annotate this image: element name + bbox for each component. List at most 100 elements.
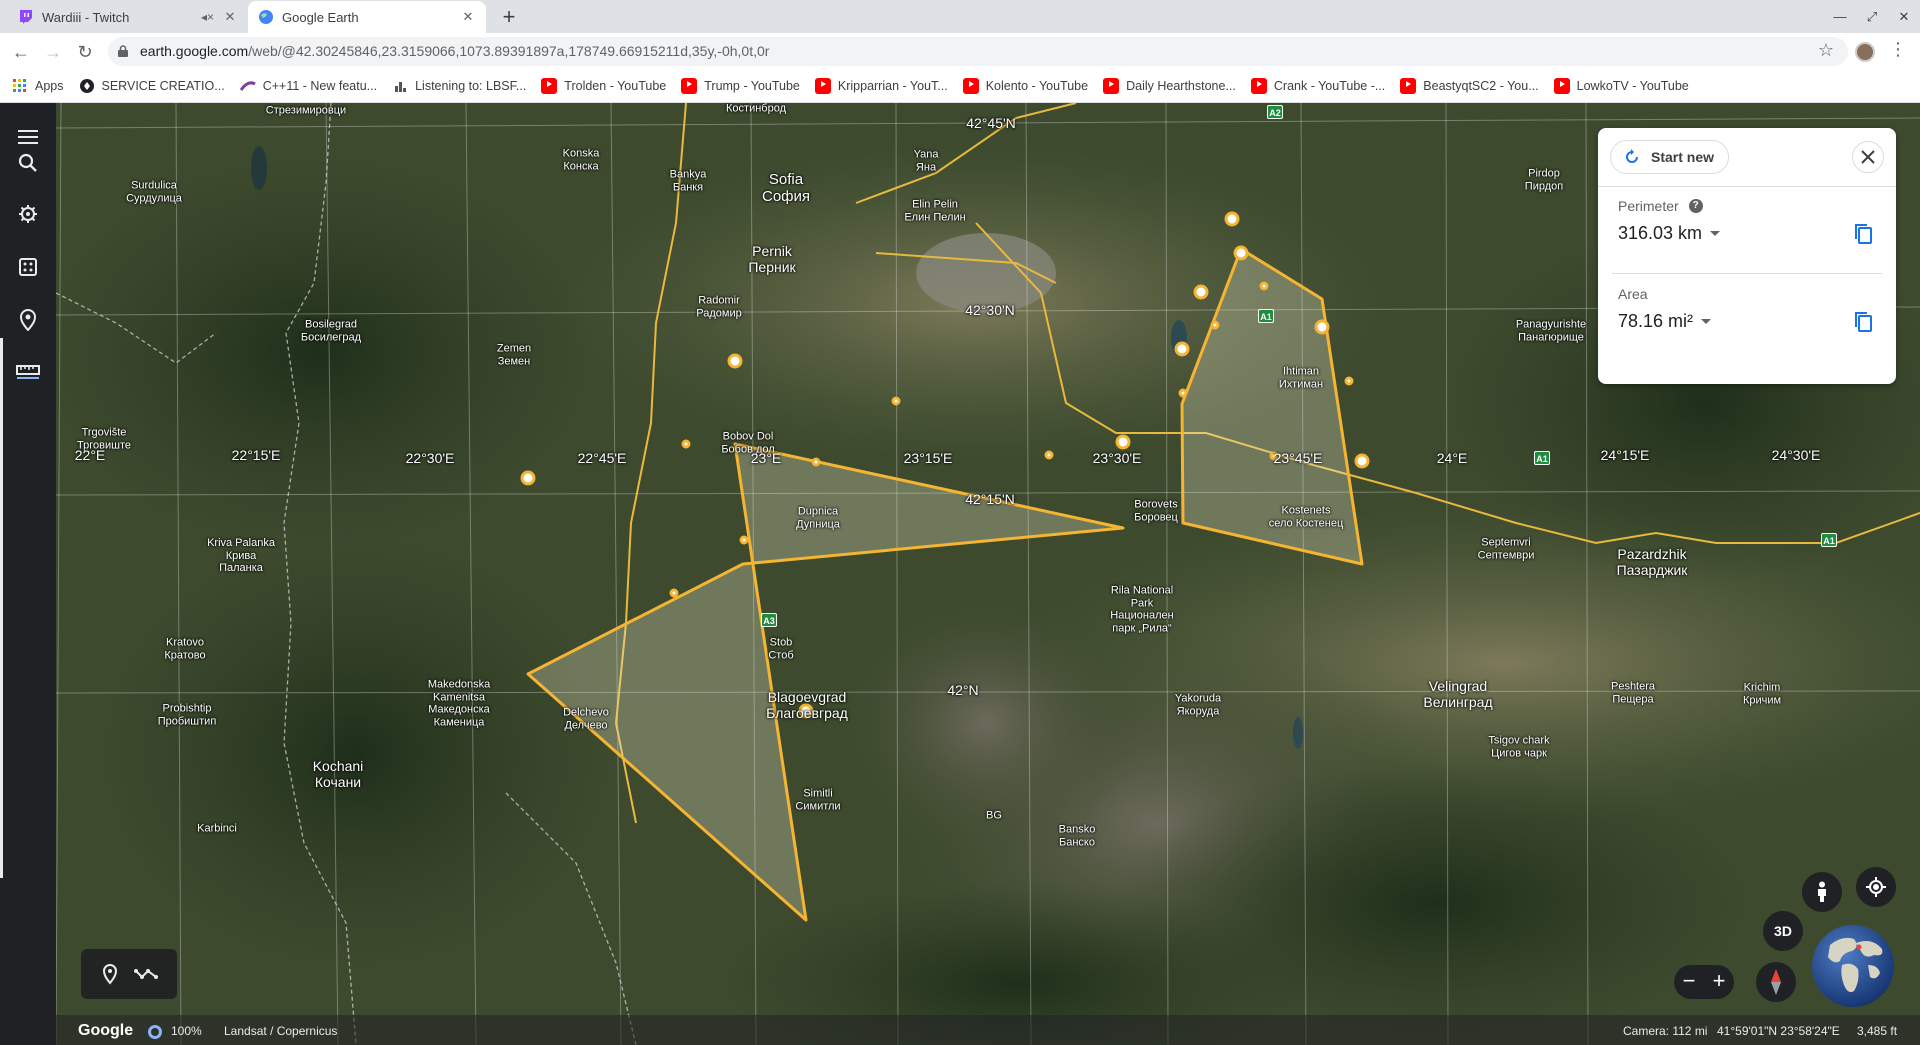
bookmark-item[interactable]: Kripparrian - YouT...: [814, 78, 948, 94]
place-label[interactable]: Pernik Перник: [748, 243, 795, 275]
place-label[interactable]: Pirdop Пирдоп: [1525, 167, 1563, 192]
speaker-muted-icon[interactable]: ◂×: [201, 10, 214, 24]
bookmark-item[interactable]: Crank - YouTube -...: [1250, 78, 1385, 94]
place-label[interactable]: Peshtera Пещера: [1611, 680, 1655, 705]
add-placemark-icon[interactable]: [101, 963, 119, 985]
measure-vertex-handle[interactable]: [1233, 245, 1249, 261]
place-label[interactable]: Rila National Park Национален парк „Рила…: [1110, 585, 1173, 636]
imagery-attribution[interactable]: Landsat / Copernicus: [224, 1024, 337, 1038]
place-label[interactable]: Ihtiman Ихтиман: [1279, 365, 1323, 390]
profile-avatar[interactable]: [1855, 42, 1875, 62]
place-label[interactable]: Simitli Симитли: [795, 787, 840, 812]
minimize-icon[interactable]: —: [1824, 0, 1856, 33]
globe-minimap[interactable]: [1812, 925, 1894, 1007]
draw-path-icon[interactable]: [133, 967, 158, 981]
place-label[interactable]: Surdulica Сурдулица: [126, 179, 182, 204]
measure-vertex-handle[interactable]: [1354, 453, 1370, 469]
place-label[interactable]: Borovets Боровец: [1134, 498, 1178, 523]
place-label[interactable]: Radomir Радомир: [696, 294, 741, 319]
place-label[interactable]: Probishtip Пробиштип: [158, 702, 217, 727]
measure-midpoint-handle[interactable]: [891, 396, 901, 406]
place-label[interactable]: Костинброд: [726, 103, 786, 115]
place-label[interactable]: Kriva Palanka Крива Паланка: [207, 537, 275, 575]
measure-midpoint-handle[interactable]: [669, 588, 679, 598]
measure-midpoint-handle[interactable]: [1259, 281, 1269, 291]
tab-twitch[interactable]: Wardiii - Twitch ◂× ✕: [8, 1, 248, 33]
place-label[interactable]: Стрезимировци: [266, 105, 346, 118]
measure-ruler-icon[interactable]: [13, 356, 43, 386]
bookmark-item[interactable]: Daily Hearthstone...: [1103, 78, 1236, 94]
bookmark-item[interactable]: LowkoTV - YouTube: [1553, 78, 1689, 94]
close-tab-icon[interactable]: ✕: [222, 9, 238, 25]
new-tab-button[interactable]: +: [496, 5, 522, 31]
street-view-pegman-icon[interactable]: [1802, 872, 1842, 912]
compass-icon[interactable]: [1756, 962, 1796, 1002]
address-bar[interactable]: earth.google.com/web/@42.30245846,23.315…: [108, 37, 1848, 66]
place-label[interactable]: Krichim Кричим: [1743, 681, 1781, 706]
bookmark-item[interactable]: BeastyqtSC2 - You...: [1400, 78, 1539, 94]
bookmark-item[interactable]: C++11 - New featu...: [239, 78, 377, 94]
bookmark-item[interactable]: Trolden - YouTube: [541, 78, 666, 94]
place-label[interactable]: Septemvri Септември: [1478, 536, 1535, 561]
start-new-button[interactable]: Start new: [1610, 140, 1730, 174]
area-value[interactable]: 78.16 mi²: [1618, 311, 1712, 332]
my-location-icon[interactable]: [1856, 867, 1896, 907]
place-label[interactable]: BG: [986, 810, 1002, 823]
measure-midpoint-handle[interactable]: [1344, 376, 1354, 386]
measure-midpoint-handle[interactable]: [1210, 320, 1220, 330]
place-label[interactable]: Kochani Кочани: [313, 758, 364, 790]
measure-midpoint-handle[interactable]: [1044, 450, 1054, 460]
place-label[interactable]: Elin Pelin Елин Пелин: [904, 198, 965, 223]
measure-vertex-handle[interactable]: [1174, 341, 1190, 357]
reload-icon[interactable]: ↻: [72, 39, 98, 65]
voyager-icon[interactable]: [13, 199, 43, 229]
search-icon[interactable]: [13, 148, 43, 178]
zoom-out-button[interactable]: −: [1674, 965, 1704, 999]
measure-vertex-handle[interactable]: [1193, 284, 1209, 300]
bookmark-item[interactable]: Trump - YouTube: [681, 78, 800, 94]
place-label[interactable]: Tsigov chark Цигов чарк: [1488, 734, 1549, 759]
bookmark-item[interactable]: Apps: [12, 78, 64, 94]
measure-vertex-handle[interactable]: [1224, 211, 1240, 227]
bookmark-star-icon[interactable]: ☆: [1818, 40, 1834, 61]
projects-placemark-icon[interactable]: [13, 305, 43, 335]
place-label[interactable]: Makedonska Kamenitsa Македонска Каменица: [428, 679, 490, 730]
measure-vertex-handle[interactable]: [520, 470, 536, 486]
measure-midpoint-handle[interactable]: [739, 535, 749, 545]
back-icon[interactable]: ←: [8, 39, 34, 65]
bookmark-item[interactable]: SERVICE CREATIO...: [79, 78, 225, 94]
place-label[interactable]: Kostenets село Костенец: [1269, 504, 1344, 529]
place-label[interactable]: Bankya Банкя: [670, 168, 707, 193]
help-icon[interactable]: ?: [1688, 199, 1703, 213]
place-label[interactable]: Dupnica Дупница: [796, 505, 840, 530]
close-window-icon[interactable]: ✕: [1888, 0, 1920, 33]
place-label[interactable]: Zemen Земен: [497, 342, 531, 367]
perimeter-value[interactable]: 316.03 km: [1618, 223, 1721, 244]
place-label[interactable]: Konska Конска: [563, 147, 600, 172]
measure-vertex-handle[interactable]: [727, 353, 743, 369]
close-measure-button[interactable]: [1852, 141, 1884, 173]
restore-icon[interactable]: ⤢: [1856, 0, 1888, 33]
place-label[interactable]: Delchevo Делчево: [563, 706, 609, 731]
place-label[interactable]: Sofia София: [762, 171, 810, 206]
place-label[interactable]: Kratovo Кратово: [164, 636, 205, 661]
bookmark-item[interactable]: Listening to: LBSF...: [392, 78, 526, 94]
place-label[interactable]: Karbinci: [197, 823, 237, 836]
place-label[interactable]: Yana Яна: [914, 148, 939, 173]
tab-google-earth[interactable]: Google Earth ✕: [248, 1, 486, 33]
measure-vertex-handle[interactable]: [1314, 319, 1330, 335]
place-label[interactable]: Velingrad Велинград: [1423, 678, 1492, 710]
place-label[interactable]: Stob Стоб: [768, 636, 793, 661]
place-label[interactable]: Bansko Банско: [1059, 823, 1096, 848]
measure-midpoint-handle[interactable]: [811, 457, 821, 467]
measure-midpoint-handle[interactable]: [1178, 388, 1188, 398]
place-label[interactable]: Blagoevgrad Благоевград: [766, 689, 848, 721]
place-label[interactable]: Yakoruda Якоруда: [1175, 692, 1221, 717]
measure-vertex-handle[interactable]: [1115, 434, 1131, 450]
place-label[interactable]: Panagyurishte Панагюрище: [1516, 318, 1586, 343]
feeling-lucky-dice-icon[interactable]: [13, 252, 43, 282]
toggle-3d-button[interactable]: 3D: [1763, 911, 1803, 951]
bookmark-item[interactable]: Kolento - YouTube: [962, 78, 1088, 94]
place-label[interactable]: Pazardzhik Пазарджик: [1617, 546, 1688, 578]
close-tab-icon[interactable]: ✕: [460, 9, 476, 25]
